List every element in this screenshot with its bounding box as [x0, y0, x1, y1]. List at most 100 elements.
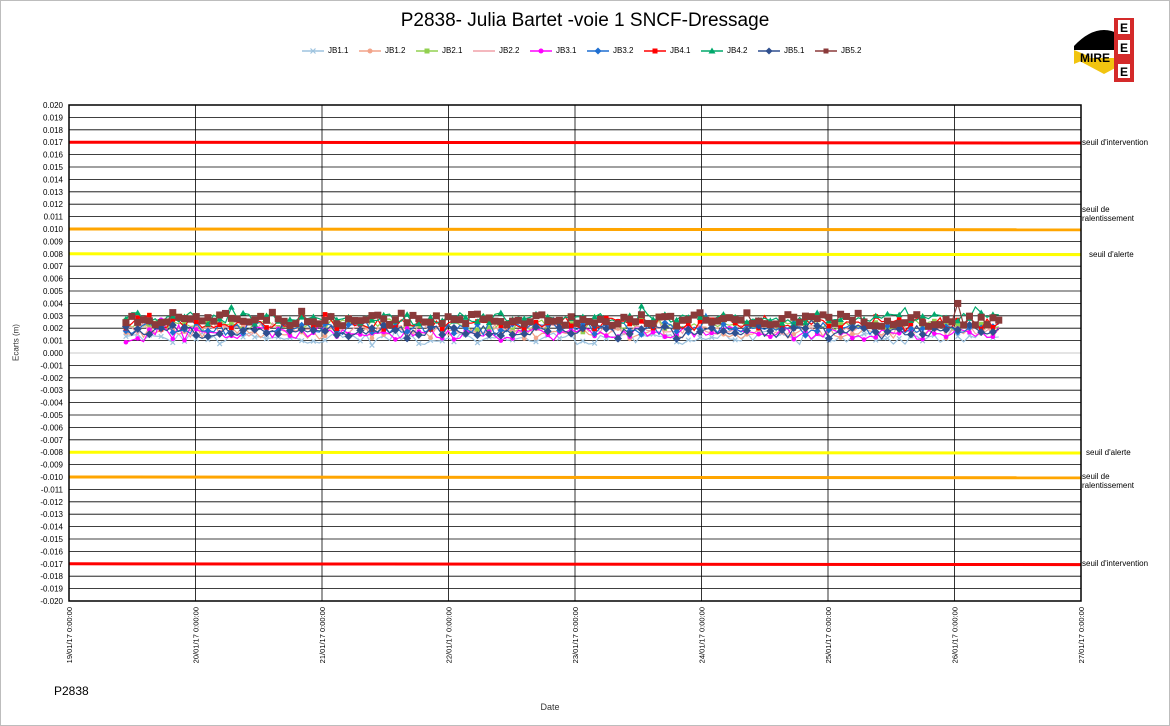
threshold-line	[68, 562, 1082, 567]
data-point	[403, 319, 411, 327]
data-point	[884, 310, 891, 317]
data-point	[451, 337, 457, 342]
y-tick-label: 0.014	[43, 175, 64, 184]
data-point	[393, 337, 398, 342]
y-tick-label: 0.012	[43, 200, 64, 209]
threshold-label-intervention-upper: seuil d'intervention	[1082, 138, 1149, 147]
data-point	[737, 316, 745, 324]
data-point	[526, 318, 534, 326]
data-point	[322, 337, 328, 343]
y-tick-label: -0.002	[40, 374, 63, 383]
data-point	[122, 319, 130, 327]
x-axis-label: Date	[540, 702, 560, 712]
data-point	[838, 335, 843, 340]
threshold-label-intervention-lower: seuil d'intervention	[1082, 559, 1149, 568]
data-point	[193, 319, 199, 325]
data-point	[391, 316, 399, 324]
data-point	[667, 312, 675, 320]
data-point	[403, 311, 411, 317]
data-point	[906, 330, 915, 339]
y-tick-label: -0.009	[40, 461, 63, 470]
data-point	[854, 309, 862, 317]
y-tick-label: -0.011	[41, 485, 64, 494]
y-tick-label: 0.007	[43, 262, 64, 271]
data-point	[639, 319, 644, 324]
data-point	[696, 309, 704, 317]
sensor-label: P2838	[54, 684, 89, 698]
y-tick-label: -0.014	[40, 523, 63, 532]
threshold-line	[68, 450, 1082, 455]
data-point	[123, 339, 129, 345]
x-tick-label: 27/01/17 0:00:00	[1077, 607, 1086, 663]
threshold-line	[68, 140, 1082, 145]
x-tick-label: 23/01/17 0:00:00	[571, 607, 580, 663]
data-point	[567, 313, 575, 321]
data-point	[637, 311, 645, 319]
data-point	[971, 321, 979, 329]
threshold-label-ralentissement-upper: seuil de ralentissement	[1082, 205, 1135, 223]
plot-area: 0.020 0.019 0.018 0.017 0.016 0.015 0.014 0.013…	[40, 101, 1086, 663]
x-tick-label: 25/01/17 0:00:00	[824, 607, 833, 663]
threshold-label-alerte-upper: seuil d'alerte	[1089, 250, 1134, 259]
y-tick-label: 0.001	[43, 337, 64, 346]
y-tick-label: 0.018	[43, 126, 64, 135]
y-tick-label: -0.006	[40, 423, 63, 432]
data-point	[743, 309, 751, 317]
x-tick-label: 26/01/17 0:00:00	[951, 607, 960, 663]
x-tick-label: 19/01/17 0:00:00	[65, 607, 74, 663]
data-point	[428, 335, 433, 340]
data-point	[292, 320, 300, 328]
y-tick-label: 0.011	[44, 213, 64, 222]
data-point	[193, 327, 199, 332]
data-point	[932, 331, 937, 336]
data-point	[918, 330, 927, 339]
y-tick-label: -0.005	[40, 411, 63, 420]
data-point	[983, 321, 991, 329]
x-axis-ticks: 19/01/17 0:00:00 20/01/17 0:00:00 21/01/17…	[65, 607, 1086, 663]
y-tick-label: 0.000	[43, 349, 64, 358]
data-point	[439, 326, 445, 332]
data-point	[286, 316, 294, 322]
y-tick-label: 0.002	[43, 324, 64, 333]
data-point	[995, 316, 1003, 324]
data-point	[298, 307, 306, 315]
data-point	[216, 341, 223, 347]
x-tick-label: 24/01/17 0:00:00	[698, 607, 707, 663]
data-point	[965, 312, 973, 320]
y-tick-label: -0.010	[40, 473, 63, 482]
y-tick-label: 0.015	[43, 163, 64, 172]
data-point	[632, 318, 640, 326]
data-point	[163, 318, 171, 326]
y-tick-label: 0.010	[43, 225, 64, 234]
data-point	[462, 320, 470, 328]
data-point	[791, 336, 797, 342]
grid-layer	[68, 104, 1082, 602]
data-point	[861, 337, 867, 342]
data-point	[147, 312, 152, 318]
data-point	[603, 333, 609, 339]
data-point	[210, 317, 218, 325]
data-point	[650, 329, 656, 335]
y-tick-label: -0.012	[40, 498, 63, 507]
y-tick-label: -0.015	[40, 535, 63, 544]
data-point	[432, 312, 440, 320]
data-point	[263, 316, 271, 324]
data-point	[813, 309, 821, 316]
data-point	[850, 335, 855, 341]
y-tick-label: 0.005	[43, 287, 64, 296]
data-point	[264, 325, 269, 330]
y-tick-label: -0.003	[40, 386, 63, 395]
data-point	[954, 299, 962, 307]
data-point	[796, 318, 804, 326]
data-point	[825, 313, 833, 321]
data-point	[438, 319, 446, 327]
data-point	[327, 313, 335, 321]
y-tick-label: -0.020	[40, 597, 63, 606]
data-point	[182, 337, 187, 343]
data-point	[931, 311, 938, 317]
x-tick-label: 20/01/17 0:00:00	[192, 607, 201, 663]
data-point	[427, 318, 435, 326]
data-point	[896, 335, 902, 342]
data-point	[369, 335, 375, 341]
data-point	[580, 338, 586, 344]
